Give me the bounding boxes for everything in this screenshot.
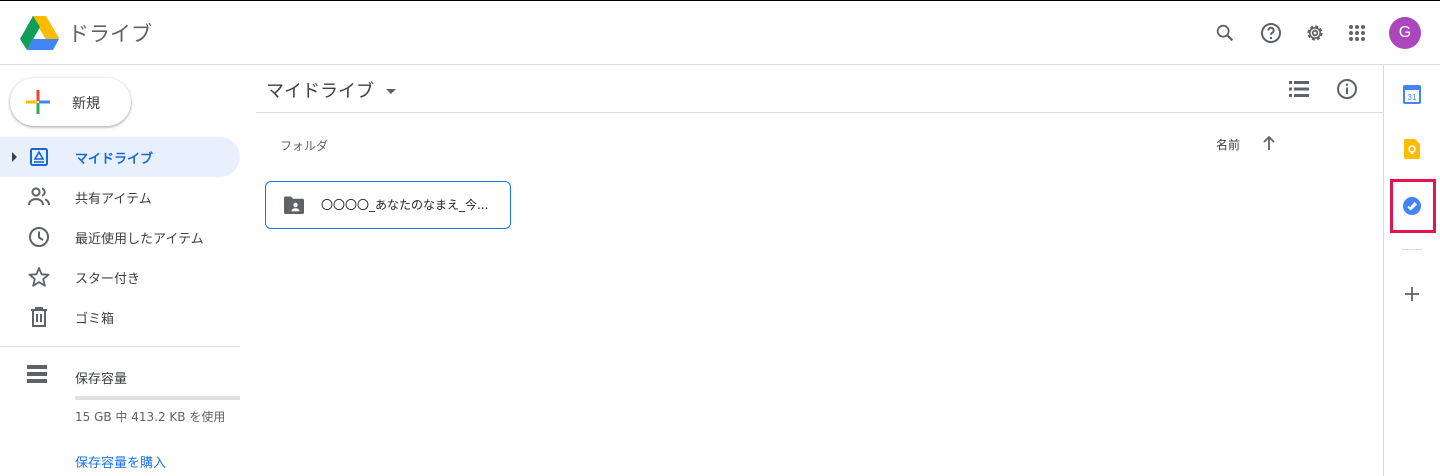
calendar-day-number: 31 (1408, 93, 1417, 102)
sidebar-item-label: ゴミ箱 (75, 311, 115, 327)
sidebar-item-trash[interactable]: ゴミ箱 (0, 297, 240, 337)
sidebar-nav: マイドライブ 共有アイテム 最近使用したアイテム スター付き ゴミ箱 (0, 137, 240, 337)
side-panel: 31 (1383, 65, 1440, 476)
shared-folder-icon (283, 195, 305, 219)
info-icon[interactable] (1334, 76, 1360, 102)
list-view-icon[interactable] (1286, 76, 1312, 102)
sidebar-item-label: スター付き (75, 271, 141, 287)
folders-section-label: フォルダ (280, 139, 329, 153)
storage-label: 保存容量 (75, 372, 128, 387)
page-title-dropdown[interactable]: マイドライブ (266, 77, 396, 103)
sort-ascending-arrow-icon[interactable] (1260, 134, 1278, 152)
storage-icon (27, 365, 47, 387)
avatar[interactable]: G (1389, 17, 1421, 49)
apps-grid-icon[interactable] (1343, 19, 1371, 47)
clock-icon (27, 225, 51, 249)
sidebar-item-starred[interactable]: スター付き (0, 257, 240, 297)
avatar-letter: G (1398, 24, 1412, 41)
help-icon[interactable] (1257, 19, 1285, 47)
dropdown-arrow-icon (386, 88, 396, 94)
sort-by-label[interactable]: 名前 (1216, 136, 1240, 153)
main-divider (256, 112, 1384, 113)
search-icon[interactable] (1211, 19, 1239, 47)
storage-usage-text: 15 GB 中 413.2 KB を使用 (75, 410, 226, 424)
sidebar-item-label: マイドライブ (75, 151, 154, 167)
add-addon-icon[interactable] (1400, 282, 1424, 306)
trash-icon (27, 305, 51, 329)
sidebar-item-recent[interactable]: 最近使用したアイテム (0, 217, 240, 257)
folder-item[interactable]: 〇〇〇〇_あなたのなまえ_今... (265, 181, 511, 229)
storage-usage-bar (75, 396, 240, 400)
plus-multicolor-icon (26, 90, 50, 114)
star-icon (27, 265, 51, 289)
buy-storage-link[interactable]: 保存容量を購入 (75, 452, 166, 471)
sidebar-item-label: 最近使用したアイテム (75, 231, 204, 247)
new-button[interactable]: 新規 (10, 78, 131, 126)
sidebar-item-shared[interactable]: 共有アイテム (0, 177, 240, 217)
new-button-label: 新規 (72, 96, 100, 112)
my-drive-icon (27, 145, 51, 169)
sidebar-item-storage[interactable]: 保存容量 (0, 360, 240, 400)
keep-icon[interactable] (1400, 137, 1424, 161)
shared-people-icon (27, 185, 51, 209)
drive-logo-icon[interactable] (20, 15, 60, 51)
calendar-icon[interactable]: 31 (1400, 82, 1424, 106)
tasks-icon[interactable] (1400, 194, 1424, 218)
expand-caret-icon[interactable] (12, 152, 17, 162)
settings-icon[interactable] (1301, 19, 1329, 47)
sidebar-divider (0, 346, 240, 347)
page-title: マイドライブ (266, 81, 374, 102)
top-bar: ドライブ G (0, 0, 1440, 65)
sidebar-item-my-drive[interactable]: マイドライブ (0, 137, 240, 177)
app-title[interactable]: ドライブ (68, 18, 152, 48)
folder-name: 〇〇〇〇_あなたのなまえ_今... (321, 198, 489, 212)
sidebar-item-label: 共有アイテム (75, 191, 152, 207)
side-panel-divider (1402, 249, 1422, 250)
